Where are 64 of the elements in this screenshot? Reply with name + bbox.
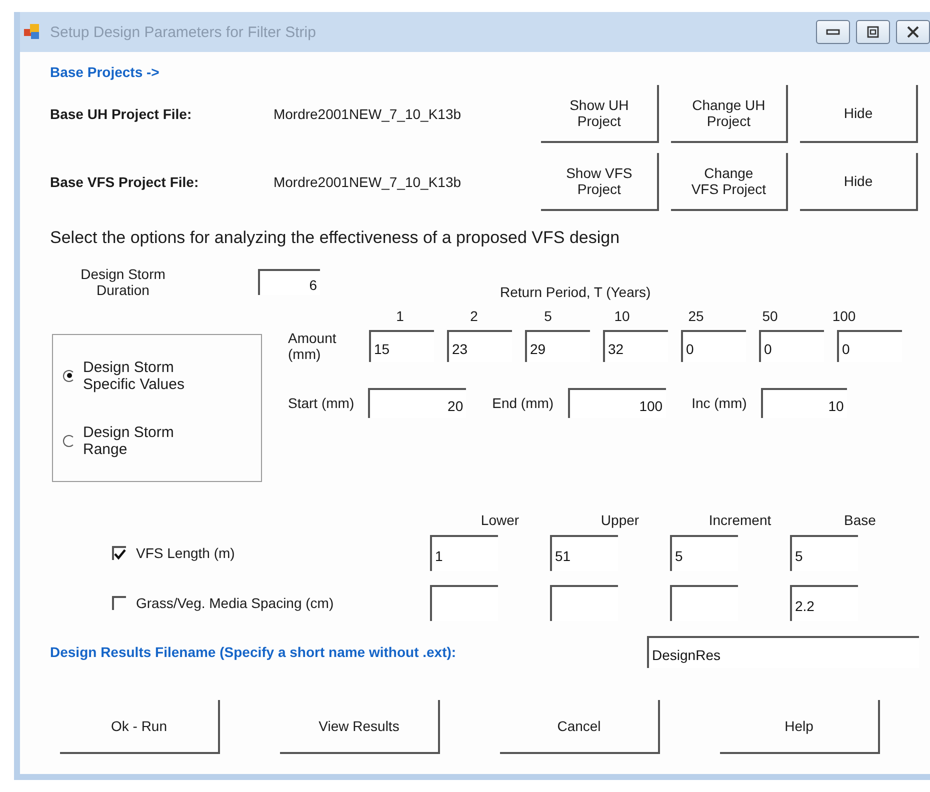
project-button[interactable]: Show UH Project: [541, 85, 659, 143]
return-period-title: Return Period, T (Years): [500, 284, 651, 300]
project-file-label: Base UH Project File:: [50, 106, 193, 122]
duration-field[interactable]: 6: [258, 269, 320, 295]
return-period-heading: 25: [687, 308, 705, 324]
window-title: Setup Design Parameters for Filter Strip: [50, 24, 316, 40]
instruction-text: Select the options for analyzing the effectiveness of a proposed VFS design: [50, 228, 621, 248]
return-period-heading: 10: [613, 308, 631, 324]
close-button[interactable]: [896, 20, 930, 44]
parameter-field[interactable]: 5: [670, 535, 738, 571]
parameter-field[interactable]: 1: [430, 535, 498, 571]
maximize-button[interactable]: [856, 20, 890, 44]
column-heading: Upper: [600, 512, 640, 528]
amount-field[interactable]: 32: [603, 330, 668, 362]
project-button[interactable]: Change UH Project: [670, 85, 788, 143]
maximize-icon: [866, 26, 880, 38]
column-heading: Base: [843, 512, 877, 528]
return-period-heading: 1: [395, 308, 405, 324]
amount-label: Amount (mm): [288, 330, 338, 362]
amount-field[interactable]: 0: [681, 330, 746, 362]
project-file-name: Mordre2001NEW_7_10_K13b: [273, 174, 462, 190]
parameter-field[interactable]: 5: [790, 535, 858, 571]
dialog-button[interactable]: Help: [720, 700, 880, 754]
project-file-label: Base VFS Project File:: [50, 174, 200, 190]
project-button[interactable]: Show VFS Project: [541, 153, 659, 211]
return-period-heading: 100: [831, 308, 857, 324]
project-button[interactable]: Change VFS Project: [670, 153, 788, 211]
project-file-name: Mordre2001NEW_7_10_K13b: [273, 106, 462, 122]
minimize-button[interactable]: [816, 20, 850, 44]
amount-field[interactable]: 23: [447, 330, 512, 362]
column-heading: Increment: [708, 512, 772, 528]
check-icon: [114, 548, 126, 560]
filename-field[interactable]: DesignRes: [647, 636, 919, 668]
dialog-button[interactable]: View Results: [280, 700, 440, 754]
close-icon: [906, 26, 920, 38]
dialog-button[interactable]: Ok - Run: [60, 700, 220, 754]
column-heading: Lower: [480, 512, 520, 528]
dialog-button[interactable]: Cancel: [500, 700, 660, 754]
amount-field[interactable]: 0: [759, 330, 824, 362]
range-label: End (mm): [492, 395, 554, 411]
parameter-checkbox[interactable]: VFS Length (m): [112, 545, 430, 561]
range-field[interactable]: 100: [568, 388, 666, 418]
range-label: Inc (mm): [692, 395, 747, 411]
app-icon: [24, 24, 42, 40]
storm-option-radio[interactable]: Design Storm Range: [63, 424, 251, 458]
base-projects-label: Base Projects ->: [50, 64, 160, 80]
amount-field[interactable]: 0: [837, 330, 902, 362]
filename-label: Design Results Filename (Specify a short name without .ext):: [50, 644, 458, 660]
return-period-heading: 2: [469, 308, 479, 324]
duration-label: Design Storm Duration: [80, 266, 166, 298]
project-button[interactable]: Hide: [800, 153, 918, 211]
return-period-heading: 50: [761, 308, 779, 324]
range-field[interactable]: 20: [368, 388, 466, 418]
return-period-heading: 5: [543, 308, 553, 324]
parameter-field[interactable]: 51: [550, 535, 618, 571]
range-label: Start (mm): [288, 395, 354, 411]
storm-option-radio[interactable]: Design Storm Specific Values: [63, 358, 251, 392]
project-button[interactable]: Hide: [800, 85, 918, 143]
amount-field[interactable]: 29: [525, 330, 590, 362]
minimize-icon: [826, 28, 840, 36]
amount-field[interactable]: 15: [369, 330, 434, 362]
parameter-field[interactable]: 2.2: [790, 585, 858, 621]
parameter-checkbox[interactable]: Grass/Veg. Media Spacing (cm): [112, 595, 430, 611]
range-field[interactable]: 10: [760, 388, 847, 418]
